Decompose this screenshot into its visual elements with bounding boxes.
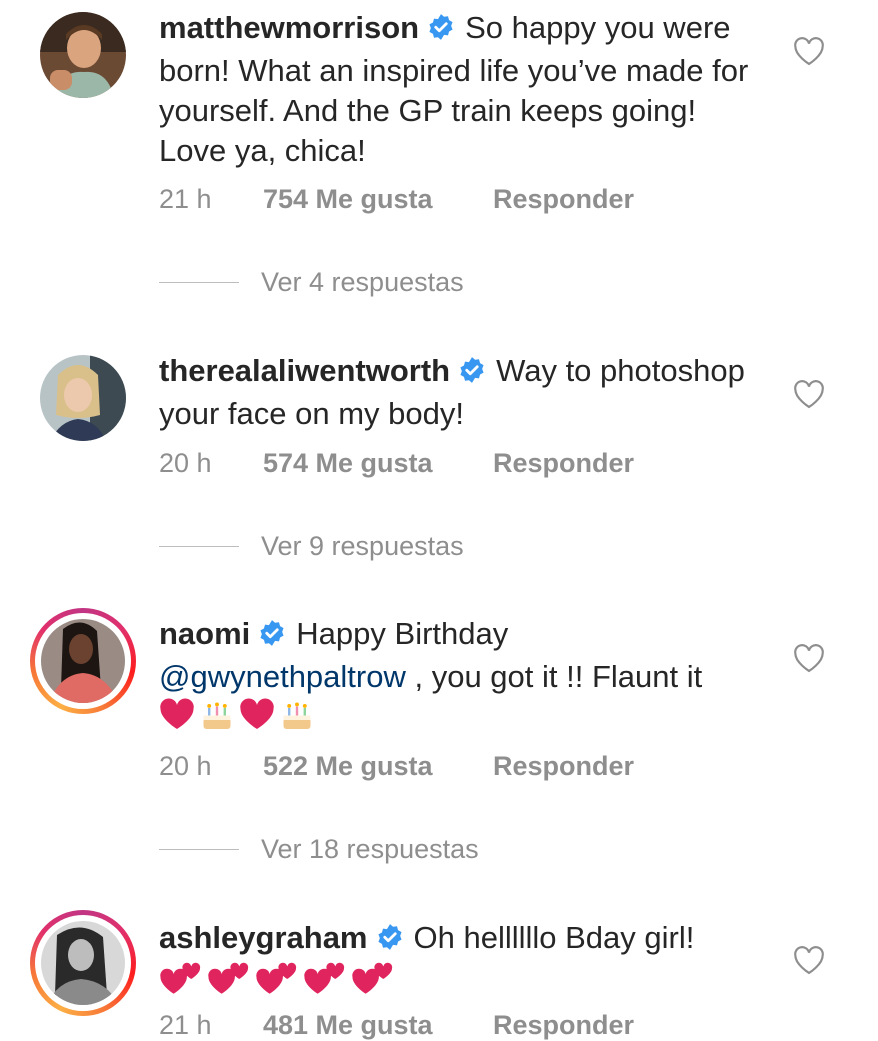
username[interactable]: naomi [159,616,250,651]
like-heart-icon[interactable] [792,643,826,673]
view-replies-label: Ver 4 respuestas [261,267,464,297]
username[interactable]: ashleygraham [159,920,368,955]
username[interactable]: therealaliwentworth [159,353,450,388]
comment-body: Oh hellllllo Bday girl! [413,920,695,955]
reply-button[interactable]: Responder [493,1010,634,1041]
replies-divider [159,849,239,850]
emoji-row [159,961,395,1007]
birthday-cake-emoji-icon [199,697,235,741]
view-replies-button[interactable]: Ver 18 respuestas [159,834,479,865]
view-replies-button[interactable]: Ver 9 respuestas [159,531,464,562]
verified-badge-icon [458,354,486,394]
comment-text: ashleygraham Oh hellllllo Bday girl! [159,918,771,1007]
like-heart-icon[interactable] [792,945,826,975]
timestamp: 21 h [159,1010,212,1040]
verified-badge-icon [376,921,404,961]
avatar[interactable] [40,355,126,441]
like-heart-icon[interactable] [792,36,826,66]
like-count[interactable]: 522 Me gusta [263,751,493,782]
avatar [41,619,125,703]
avatar-story-ring[interactable] [30,608,136,714]
comment-meta: 20 h 574 Me gusta Responder [159,448,634,479]
comment-meta: 21 h 754 Me gusta Responder [159,184,634,215]
timestamp: 21 h [159,184,212,214]
reply-button[interactable]: Responder [493,184,634,215]
like-count[interactable]: 481 Me gusta [263,1010,493,1041]
reply-button[interactable]: Responder [493,448,634,479]
view-replies-button[interactable]: Ver 4 respuestas [159,267,464,298]
comment-text: naomi Happy Birthday @gwynethpaltrow , you… [159,614,771,741]
birthday-cake-emoji-icon [279,697,315,741]
comment-meta: 21 h 481 Me gusta Responder [159,1010,634,1041]
timestamp: 20 h [159,448,212,478]
red-heart-emoji-icon [239,697,275,741]
avatar[interactable] [40,12,126,98]
two-hearts-emoji-icon [159,961,203,1007]
replies-divider [159,546,239,547]
mention-link[interactable]: @gwynethpaltrow [159,659,406,694]
like-heart-icon[interactable] [792,379,826,409]
timestamp: 20 h [159,751,212,781]
username[interactable]: matthewmorrison [159,10,419,45]
emoji-row [159,697,315,741]
like-count[interactable]: 574 Me gusta [263,448,493,479]
two-hearts-emoji-icon [351,961,395,1007]
avatar-story-ring[interactable] [30,910,136,1016]
like-count[interactable]: 754 Me gusta [263,184,493,215]
red-heart-emoji-icon [159,697,195,741]
comment-body-continued: , you got it !! Flaunt it [405,659,703,694]
comment-text: matthewmorrison So happy you were born! W… [159,8,771,171]
verified-badge-icon [427,11,455,51]
verified-badge-icon [258,617,286,657]
two-hearts-emoji-icon [255,961,299,1007]
reply-button[interactable]: Responder [493,751,634,782]
view-replies-label: Ver 18 respuestas [261,834,479,864]
view-replies-label: Ver 9 respuestas [261,531,464,561]
comment-text: therealaliwentworth Way to photoshop your… [159,351,771,434]
two-hearts-emoji-icon [207,961,251,1007]
comment-meta: 20 h 522 Me gusta Responder [159,751,634,782]
two-hearts-emoji-icon [303,961,347,1007]
replies-divider [159,282,239,283]
avatar [41,921,125,1005]
comment-body: Happy Birthday [296,616,509,651]
